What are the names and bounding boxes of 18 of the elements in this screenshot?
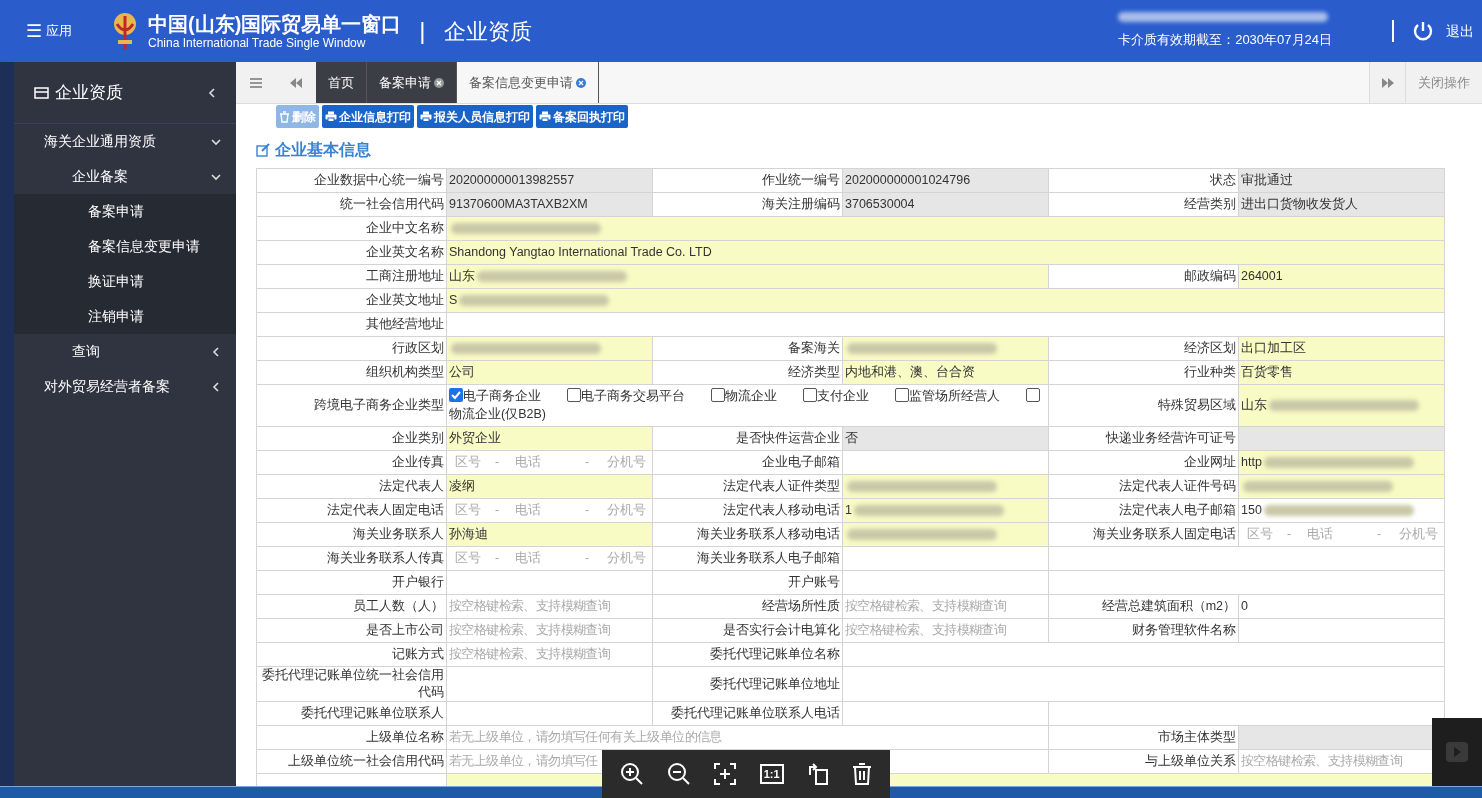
header-separator: | [419,16,426,46]
checkbox-label: 物流企业 [725,389,777,403]
checkbox-label: 支付企业 [817,389,869,403]
module-title: 企业资质 [443,17,532,46]
site-title: 中国(山东)国际贸易单一窗口 [148,12,402,36]
partial-value: S [449,292,458,310]
partial-value: 山东 [1241,397,1267,415]
checkbox-label: 物流企业(仅B2B) [449,406,547,423]
checkbox-label: 监管场所经营人 [909,389,1000,403]
partial-value: http [1241,454,1262,472]
partial-value: 山东 [449,268,475,286]
site-subtitle: China International Trade Single Window [148,36,367,50]
checkbox-label: 电子商务企业 [463,389,541,403]
partial-value: 1 [845,502,852,520]
partial-value: 150 [1241,502,1262,520]
checkbox-label: 电子商务交易平台 [581,389,685,403]
section-title: 企业基本信息 [275,140,371,160]
validity-text: 卡介质有效期截至：2030年07月24日 [1118,31,1332,50]
